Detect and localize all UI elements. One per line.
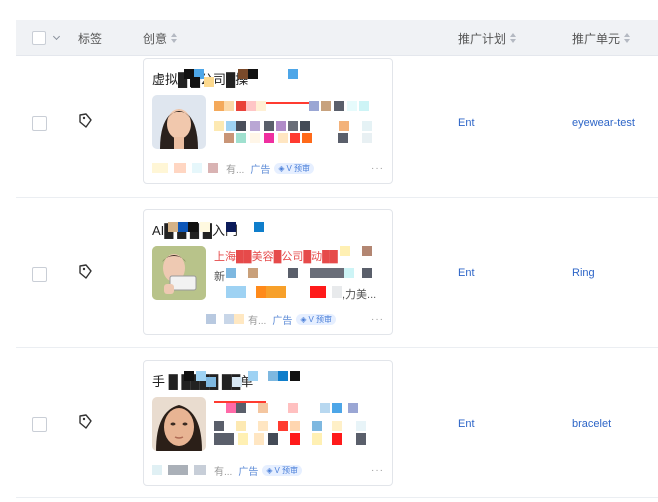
creative-thumbnail[interactable] bbox=[152, 246, 206, 300]
sort-icon[interactable] bbox=[171, 33, 178, 43]
column-header-unit-label: 推广单元 bbox=[572, 31, 621, 46]
shield-check-icon: ◈ bbox=[266, 465, 273, 475]
table-row: 手 █ ████ ██单 有... 广告 ◈ V 预审 ··· Ent brac… bbox=[16, 348, 658, 498]
unit-link[interactable]: Ring bbox=[572, 267, 595, 279]
tag-icon[interactable] bbox=[78, 414, 92, 430]
column-header-plan[interactable]: 推广计划 bbox=[458, 20, 517, 56]
creative-footer: 有... 广告 ◈ V 预审 ··· bbox=[152, 312, 384, 327]
table-row: 虚拟█ █公司█操 有... 广告 ◈ V 预审 ··· Ent eyewear… bbox=[16, 56, 658, 198]
creative-thumbnail[interactable] bbox=[152, 95, 206, 149]
unit-link[interactable]: bracelet bbox=[572, 418, 611, 430]
shield-check-icon: ◈ bbox=[278, 163, 285, 173]
plan-link[interactable]: Ent bbox=[458, 418, 475, 430]
tag-icon[interactable] bbox=[78, 113, 92, 129]
more-icon[interactable]: ··· bbox=[371, 163, 384, 174]
column-header-plan-label: 推广计划 bbox=[458, 31, 507, 46]
column-header-creative[interactable]: 创意 bbox=[143, 20, 178, 56]
creative-source: 有... bbox=[226, 164, 245, 176]
ad-label: 广告 bbox=[238, 466, 259, 478]
table-header: 标签 创意 推广计划 推广单元 bbox=[16, 20, 658, 56]
creative-card[interactable]: AI█ █ █ █入门 上海██美容█公司█动██ 新 bbox=[143, 209, 393, 335]
creative-source: 有... bbox=[248, 315, 267, 327]
ad-label: 广告 bbox=[272, 315, 293, 327]
row-checkbox[interactable] bbox=[32, 116, 47, 131]
select-all-control[interactable] bbox=[32, 20, 61, 56]
chevron-down-icon[interactable] bbox=[52, 32, 61, 41]
column-header-unit[interactable]: 推广单元 bbox=[572, 20, 631, 56]
creative-footer: 有... 广告 ◈ V 预审 ··· bbox=[152, 161, 384, 176]
plan-link[interactable]: Ent bbox=[458, 267, 475, 279]
verify-badge: ◈ V 预审 bbox=[274, 162, 315, 174]
creative-footer: 有... 广告 ◈ V 预审 ··· bbox=[152, 463, 384, 478]
shield-check-icon: ◈ bbox=[300, 314, 307, 324]
more-icon[interactable]: ··· bbox=[371, 314, 384, 325]
more-icon[interactable]: ··· bbox=[371, 465, 384, 476]
table-row: AI█ █ █ █入门 上海██美容█公司█动██ 新 bbox=[16, 198, 658, 348]
plan-link[interactable]: Ent bbox=[458, 117, 475, 129]
column-header-creative-label: 创意 bbox=[143, 31, 168, 46]
unit-link[interactable]: eyewear-test bbox=[572, 117, 635, 129]
creative-thumbnail[interactable] bbox=[152, 397, 206, 451]
sort-icon[interactable] bbox=[624, 33, 631, 43]
verify-badge: ◈ V 预审 bbox=[262, 464, 303, 476]
row-checkbox[interactable] bbox=[32, 417, 47, 432]
sort-icon[interactable] bbox=[510, 33, 517, 43]
creative-card[interactable]: 手 █ ████ ██单 有... 广告 ◈ V 预审 ··· bbox=[143, 360, 393, 486]
creative-card[interactable]: 虚拟█ █公司█操 有... 广告 ◈ V 预审 ··· bbox=[143, 58, 393, 184]
select-all-checkbox[interactable] bbox=[32, 31, 46, 45]
creative-desc-line-3: ,力美... bbox=[342, 289, 377, 301]
creative-desc-line-2: 新 bbox=[214, 271, 225, 283]
verify-badge: ◈ V 预审 bbox=[296, 313, 337, 325]
tag-icon[interactable] bbox=[78, 264, 92, 280]
column-header-tag: 标签 bbox=[78, 31, 103, 46]
ad-label: 广告 bbox=[250, 164, 271, 176]
row-checkbox[interactable] bbox=[32, 267, 47, 282]
creative-desc-line-1: 上海██美容█公司█动██ bbox=[214, 251, 338, 263]
creative-source: 有... bbox=[214, 466, 233, 478]
